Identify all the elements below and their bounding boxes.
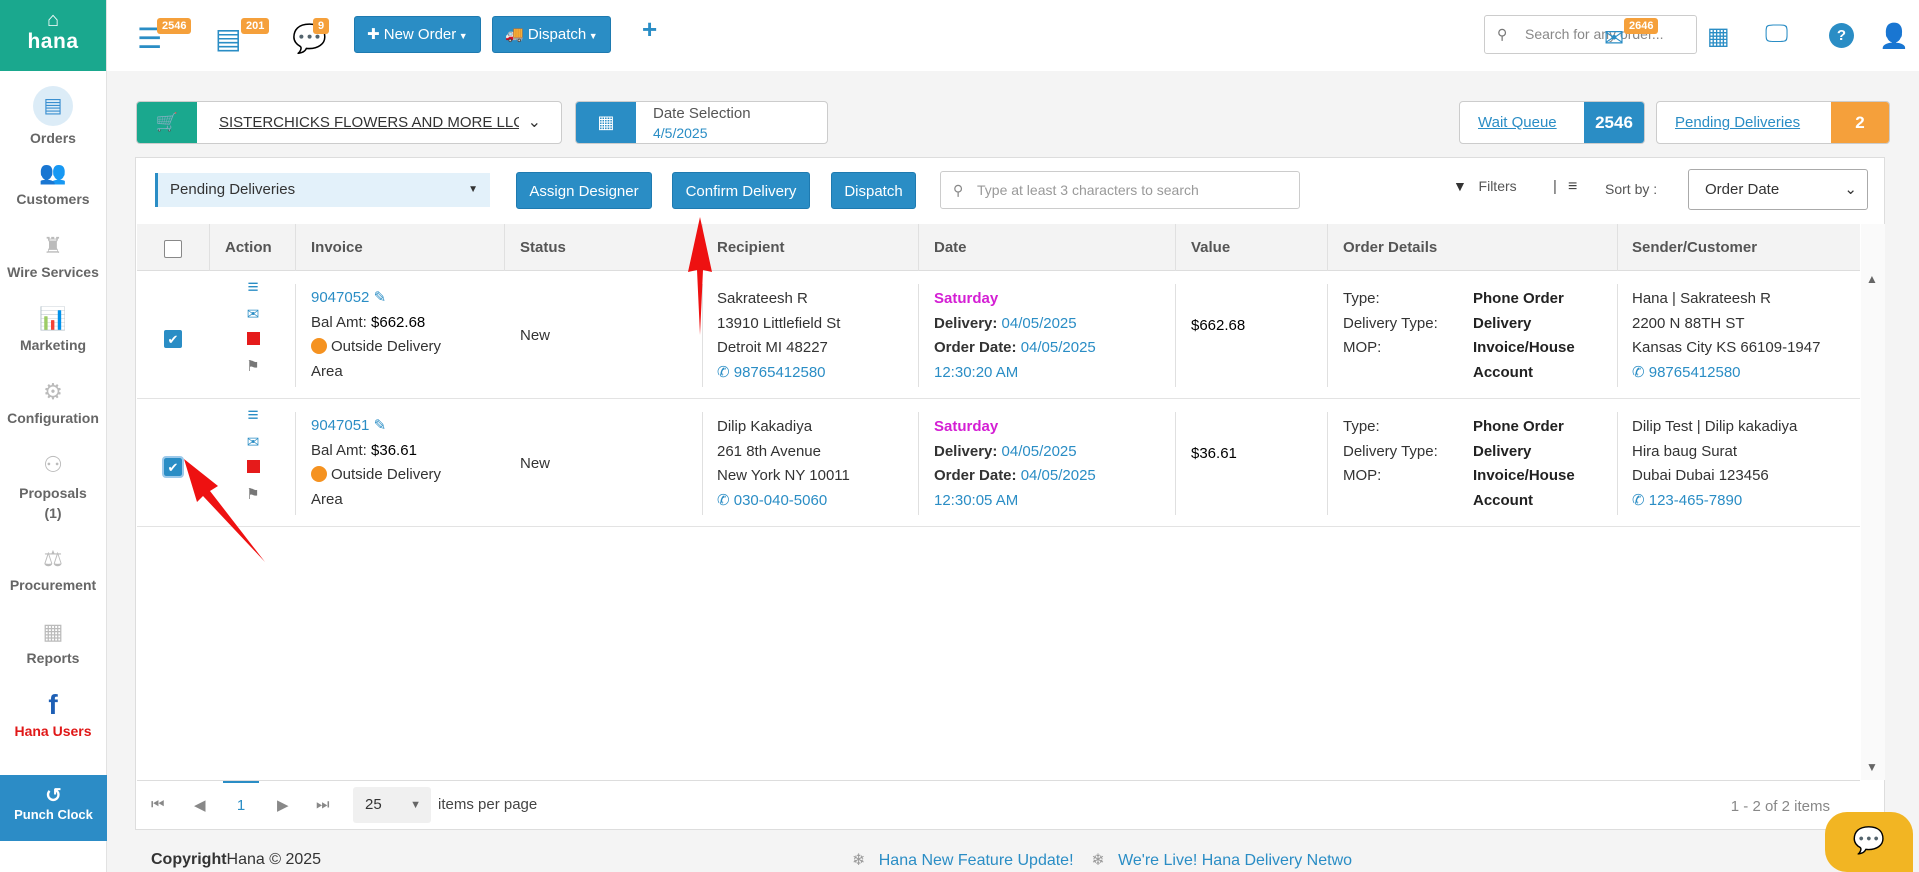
arrow-checkbox-annotation	[184, 459, 265, 562]
arrow-up-annotation	[688, 217, 712, 335]
annotation-arrows	[184, 217, 712, 562]
